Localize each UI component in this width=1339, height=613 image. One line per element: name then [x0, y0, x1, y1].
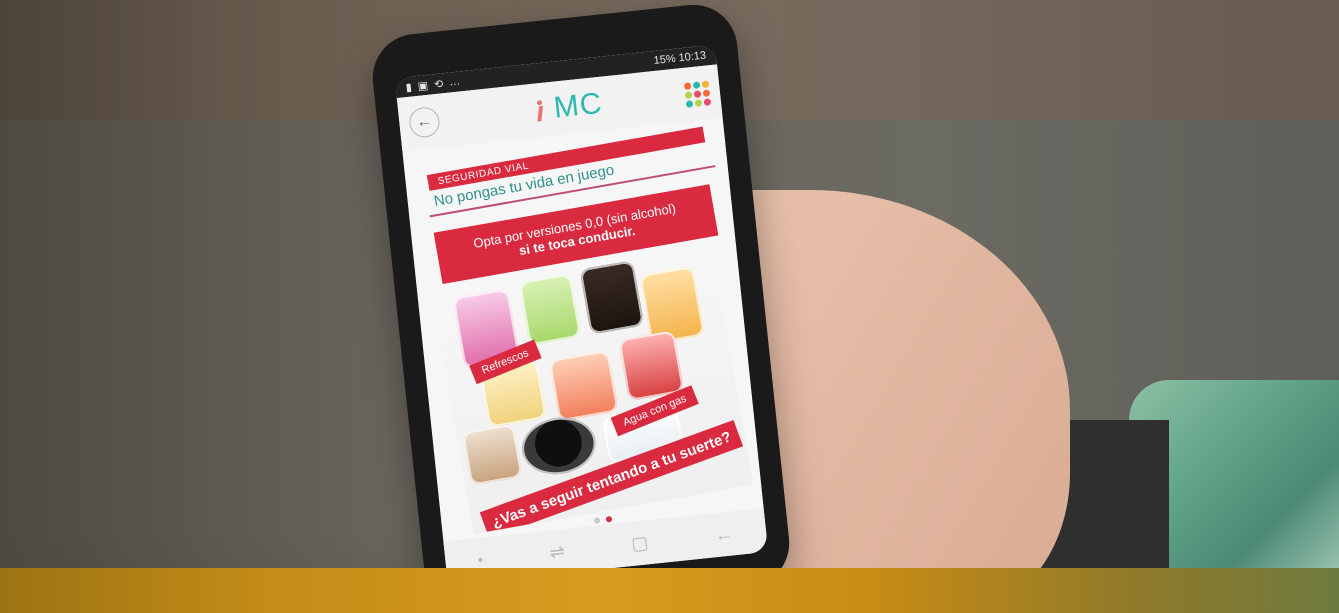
content-area: SEGURIDAD VIAL No pongas tu vida en jueg…	[402, 118, 763, 542]
status-time: 15% 10:13	[653, 49, 707, 67]
pager-dot[interactable]	[593, 517, 601, 524]
battery-saver-icon: ▣	[417, 79, 429, 93]
colorful-dots-icon	[683, 79, 712, 108]
logo-text: MC	[552, 86, 604, 125]
signal-icon: ▮	[405, 80, 413, 94]
smartphone: ▮ ▣ ⟲ … 15% 10:13 ← MC SEGURIDAD VIAL No…	[368, 0, 794, 613]
dot	[685, 99, 694, 108]
dot	[683, 81, 692, 90]
dot	[702, 88, 711, 97]
dot	[694, 98, 703, 107]
orange-sleeve-foreground	[0, 568, 1339, 613]
brand-logo: MC	[530, 86, 604, 126]
photo-scene: ▮ ▣ ⟲ … 15% 10:13 ← MC SEGURIDAD VIAL No…	[0, 0, 1339, 613]
home-icon[interactable]: ▢	[630, 532, 649, 555]
nav-indicator-dot	[478, 557, 484, 563]
dot	[701, 79, 710, 88]
recent-apps-icon[interactable]: ⇌	[548, 541, 565, 563]
more-dots-icon: …	[448, 75, 461, 89]
status-left: ▮ ▣ ⟲ …	[405, 75, 461, 94]
back-arrow-icon[interactable]: ←	[407, 105, 441, 139]
cup-coffee	[517, 411, 601, 480]
pager-dot-active[interactable]	[605, 515, 613, 523]
dot	[703, 97, 712, 106]
glass-green	[518, 273, 582, 346]
glass-red	[618, 330, 685, 402]
phone-screen: ▮ ▣ ⟲ … 15% 10:13 ← MC SEGURIDAD VIAL No…	[394, 44, 769, 586]
glass-orange	[639, 265, 705, 345]
status-right: 15% 10:13	[653, 50, 707, 67]
sync-icon: ⟲	[433, 77, 444, 91]
dot	[684, 90, 693, 99]
logo-figure-icon	[531, 97, 549, 123]
dot	[692, 80, 701, 89]
glass-cola	[579, 260, 645, 335]
dot	[693, 89, 702, 98]
glass-peach	[548, 349, 619, 422]
back-icon[interactable]: ←	[714, 523, 734, 546]
cup-latte	[462, 423, 523, 486]
drinks-image: Refrescos Agua con gas ¿Vas a seguir ten…	[430, 238, 754, 535]
